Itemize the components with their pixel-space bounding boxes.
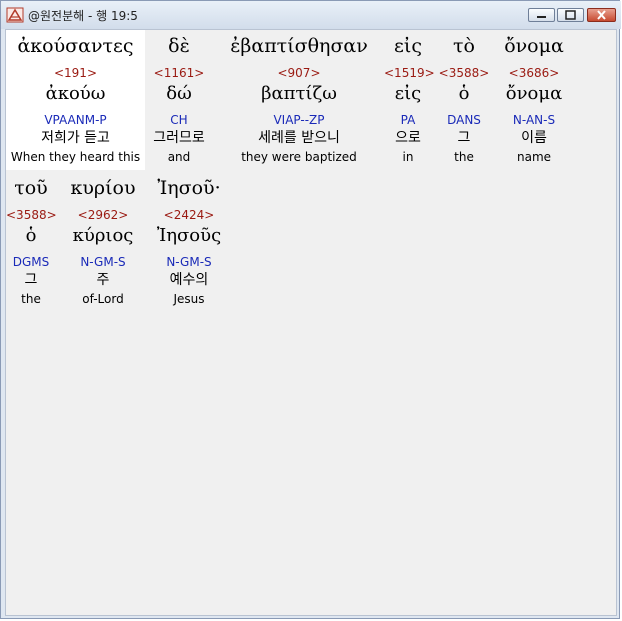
- strongs-number[interactable]: <3686>: [494, 65, 574, 81]
- strongs-number[interactable]: <1161>: [146, 65, 212, 81]
- korean-gloss: 그: [457, 130, 471, 146]
- english-gloss: name: [516, 150, 552, 164]
- greek-word: εἰς: [394, 35, 422, 57]
- korean-gloss: 그: [24, 272, 38, 288]
- english-gloss: of-Lord: [82, 292, 124, 306]
- greek-word: ἐβαπτίσθησαν: [230, 35, 368, 57]
- word-cell[interactable]: ὄνομα <3686> ὄνομα N-AN-S 이름 name: [494, 31, 574, 171]
- word-cell[interactable]: ἐβαπτίσθησαν <907> βαπτίζω VIAP--ZP 세례를 …: [214, 31, 384, 171]
- app-window: @원전분해 - 행 19:5 ἀκούσαντες <191> ἀκούω VP…: [0, 0, 621, 619]
- korean-gloss: 그러므로: [153, 130, 205, 146]
- word-cell[interactable]: Ἰησοῦ· <2424> Ἰησοῦς N-GM-S 예수의 Jesus: [146, 173, 232, 313]
- strongs-number[interactable]: <2962>: [62, 207, 144, 223]
- maximize-button[interactable]: [557, 8, 584, 22]
- strongs-number[interactable]: <191>: [6, 65, 145, 81]
- interlinear-panel: ἀκούσαντες <191> ἀκούω VPAANM-P 저희가 듣고 W…: [5, 29, 617, 616]
- lemma: ὁ: [458, 83, 470, 104]
- english-gloss: in: [402, 150, 414, 164]
- parsing-code[interactable]: VPAANM-P: [6, 112, 145, 128]
- strongs-number[interactable]: <3588>: [6, 207, 57, 223]
- english-gloss: Jesus: [173, 292, 205, 306]
- minimize-button[interactable]: [528, 8, 555, 22]
- english-gloss: When they heard this: [10, 150, 141, 164]
- minimize-icon: [529, 9, 554, 21]
- english-gloss: and: [167, 150, 191, 164]
- word-cell[interactable]: δὲ <1161> δώ CH 그러므로 and: [146, 31, 212, 171]
- lemma: βαπτίζω: [261, 83, 337, 104]
- parsing-code[interactable]: CH: [146, 112, 212, 128]
- word-cell[interactable]: κυρίου <2962> κύριος N-GM-S 주 of-Lord: [62, 173, 144, 313]
- greek-word: δὲ: [168, 35, 190, 57]
- greek-word: τὸ: [453, 35, 475, 57]
- parsing-code[interactable]: N-AN-S: [494, 112, 574, 128]
- lemma: κύριος: [72, 225, 134, 246]
- close-icon: [588, 9, 615, 21]
- word-cell[interactable]: εἰς <1519> εἰς PA 으로 in: [384, 31, 435, 171]
- greek-word: τοῦ: [14, 177, 48, 199]
- lemma: εἰς: [394, 83, 422, 104]
- window-title: @원전분해 - 행 19:5: [28, 9, 138, 23]
- lemma: ὄνομα: [505, 83, 563, 104]
- lemma: Ἰησοῦς: [156, 225, 222, 246]
- parsing-code[interactable]: DANS: [438, 112, 490, 128]
- greek-word: κυρίου: [70, 177, 136, 199]
- english-gloss: they were baptized: [241, 150, 357, 164]
- korean-gloss: 저희가 듣고: [41, 130, 110, 146]
- english-gloss: the: [21, 292, 41, 306]
- close-button[interactable]: [587, 8, 616, 22]
- korean-gloss: 주: [96, 272, 110, 288]
- lemma: ὁ: [25, 225, 37, 246]
- word-cell[interactable]: τοῦ <3588> ὁ DGMS 그 the: [6, 173, 57, 313]
- strongs-number[interactable]: <1519>: [384, 65, 435, 81]
- title-bar[interactable]: @원전분해 - 행 19:5: [1, 1, 621, 29]
- parsing-code[interactable]: PA: [384, 112, 432, 128]
- strongs-number[interactable]: <907>: [214, 65, 384, 81]
- lemma: δώ: [166, 83, 192, 104]
- greek-word: ἀκούσαντες: [17, 35, 134, 57]
- parsing-code[interactable]: VIAP--ZP: [214, 112, 384, 128]
- strongs-number[interactable]: <3588>: [438, 65, 490, 81]
- parsing-code[interactable]: N-GM-S: [146, 254, 232, 270]
- maximize-icon: [558, 9, 583, 21]
- greek-word: ὄνομα: [504, 35, 564, 57]
- word-cell[interactable]: τὸ <3588> ὁ DANS 그 the: [438, 31, 490, 171]
- strongs-number[interactable]: <2424>: [146, 207, 232, 223]
- greek-word: Ἰησοῦ·: [157, 177, 221, 199]
- lemma: ἀκούω: [45, 83, 106, 104]
- parsing-code[interactable]: DGMS: [6, 254, 56, 270]
- korean-gloss: 이름: [521, 130, 547, 146]
- english-gloss: the: [454, 150, 474, 164]
- app-icon: [6, 7, 24, 23]
- korean-gloss: 세례를 받으니: [258, 130, 340, 146]
- korean-gloss: 예수의: [169, 272, 209, 288]
- korean-gloss: 으로: [395, 130, 421, 146]
- parsing-code[interactable]: N-GM-S: [62, 254, 144, 270]
- word-cell[interactable]: ἀκούσαντες <191> ἀκούω VPAANM-P 저희가 듣고 W…: [6, 31, 145, 171]
